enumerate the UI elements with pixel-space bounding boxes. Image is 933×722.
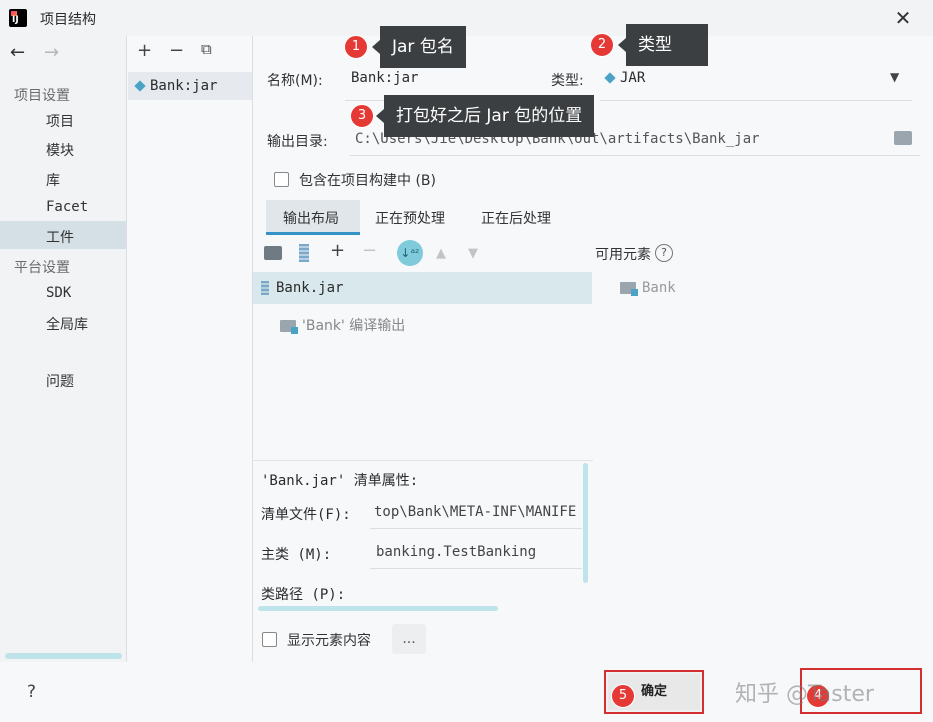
manifest-title: 'Bank.jar' 清单属性: bbox=[261, 473, 419, 489]
move-up-icon[interactable]: ▲ bbox=[436, 246, 446, 261]
tab-post-processing[interactable]: 正在后处理 bbox=[481, 208, 551, 228]
callout-jar-name: Jar 包名 bbox=[372, 26, 466, 68]
close-icon[interactable]: ✕ bbox=[893, 6, 913, 30]
manifest-file-label: 清单文件(F): bbox=[261, 507, 351, 523]
type-select-underline bbox=[600, 100, 912, 101]
type-label: 类型: bbox=[551, 73, 584, 89]
callout-badge-2: 2 bbox=[590, 33, 614, 57]
output-dir-label: 输出目录: bbox=[267, 134, 328, 150]
nav-item-artifacts[interactable]: 工件 bbox=[46, 227, 74, 247]
available-element-item[interactable]: Bank bbox=[620, 280, 676, 296]
manifest-file-field[interactable]: top\Bank\META-INF\MANIFE bbox=[374, 504, 580, 520]
manifest-vertical-scrollbar[interactable] bbox=[583, 463, 588, 583]
nav-item-problems[interactable]: 问题 bbox=[46, 371, 74, 391]
callout-badge-5: 5 bbox=[611, 684, 635, 708]
nav-item-facet[interactable]: Facet bbox=[46, 199, 88, 215]
module-output-folder-icon bbox=[280, 320, 298, 334]
browse-folder-icon[interactable] bbox=[894, 131, 912, 145]
chevron-down-icon: ▼ bbox=[890, 70, 900, 84]
manifest-horizontal-scrollbar[interactable] bbox=[258, 606, 498, 611]
include-in-build-checkbox[interactable] bbox=[274, 172, 289, 187]
callout-jar-location: 打包好之后 Jar 包的位置 bbox=[375, 95, 595, 137]
help-circle-icon[interactable]: ? bbox=[655, 244, 673, 262]
move-down-icon[interactable]: ▼ bbox=[468, 246, 478, 261]
more-options-button[interactable]: ... bbox=[392, 624, 426, 654]
main-class-underline bbox=[370, 568, 582, 569]
type-value: JAR bbox=[620, 70, 646, 86]
callout-type: 类型 bbox=[618, 24, 708, 66]
forward-arrow-icon[interactable]: → bbox=[44, 42, 59, 63]
callout-badge-3: 3 bbox=[350, 104, 374, 128]
nav-item-global-libraries[interactable]: 全局库 bbox=[46, 314, 88, 334]
available-elements-title: 可用元素 bbox=[595, 247, 651, 263]
nav-item-sdk[interactable]: SDK bbox=[46, 285, 71, 301]
nav-scrollbar[interactable] bbox=[5, 653, 122, 659]
artifact-item-label: Bank:jar bbox=[150, 78, 218, 94]
show-contents-label: 显示元素内容 bbox=[287, 633, 371, 649]
window-title: 项目结构 bbox=[40, 12, 96, 28]
include-in-build-label: 包含在项目构建中 (B) bbox=[299, 173, 436, 189]
name-field[interactable]: Bank:jar bbox=[351, 70, 418, 86]
module-folder-icon bbox=[620, 282, 638, 296]
tab-selected-underline bbox=[266, 232, 360, 235]
type-select[interactable]: JAR ▼ bbox=[604, 70, 911, 92]
tree-child-item[interactable]: 'Bank' 编译输出 bbox=[280, 315, 405, 335]
watermark: 知乎 @Taster bbox=[735, 682, 874, 707]
artifact-diamond-icon bbox=[134, 80, 146, 92]
output-dir-underline bbox=[350, 155, 920, 156]
show-contents-checkbox[interactable] bbox=[262, 632, 277, 647]
tab-output-layout[interactable]: 输出布局 bbox=[283, 208, 339, 228]
jar-type-icon bbox=[604, 72, 616, 84]
manifest-file-underline bbox=[370, 528, 582, 529]
nav-item-modules[interactable]: 模块 bbox=[46, 140, 74, 160]
intellij-logo-icon: IJ bbox=[9, 9, 27, 27]
add-copy-icon[interactable]: + bbox=[330, 240, 345, 261]
remove-element-icon[interactable]: − bbox=[362, 240, 377, 261]
main-class-field[interactable]: banking.TestBanking bbox=[376, 544, 536, 560]
nav-item-libraries[interactable]: 库 bbox=[46, 170, 60, 190]
title-bar: IJ 项目结构 ✕ bbox=[0, 0, 933, 36]
artifact-list-item[interactable]: Bank:jar bbox=[128, 72, 252, 100]
main-class-label: 主类 (M): bbox=[261, 547, 332, 563]
nav-item-project[interactable]: 项目 bbox=[46, 111, 74, 131]
add-archive-icon[interactable] bbox=[299, 244, 309, 262]
classpath-label: 类路径 (P): bbox=[261, 587, 346, 603]
new-directory-icon[interactable] bbox=[264, 246, 282, 260]
jar-icon bbox=[261, 281, 269, 295]
remove-artifact-icon[interactable]: − bbox=[169, 40, 184, 61]
callout-badge-1: 1 bbox=[344, 35, 368, 59]
platform-settings-header: 平台设置 bbox=[14, 260, 70, 276]
sort-elements-icon[interactable]: ↓ᵃᶻ bbox=[397, 240, 423, 266]
artifacts-column bbox=[127, 36, 253, 662]
back-arrow-icon[interactable]: ← bbox=[10, 42, 25, 63]
name-label: 名称(M): bbox=[267, 73, 323, 89]
project-settings-header: 项目设置 bbox=[14, 88, 70, 104]
help-question-icon[interactable]: ? bbox=[27, 682, 43, 702]
tree-root-item[interactable]: Bank.jar bbox=[261, 280, 343, 296]
tab-pre-processing[interactable]: 正在预处理 bbox=[375, 208, 445, 228]
add-artifact-icon[interactable]: + bbox=[137, 40, 152, 61]
copy-artifact-icon[interactable]: ⧉ bbox=[201, 40, 212, 58]
